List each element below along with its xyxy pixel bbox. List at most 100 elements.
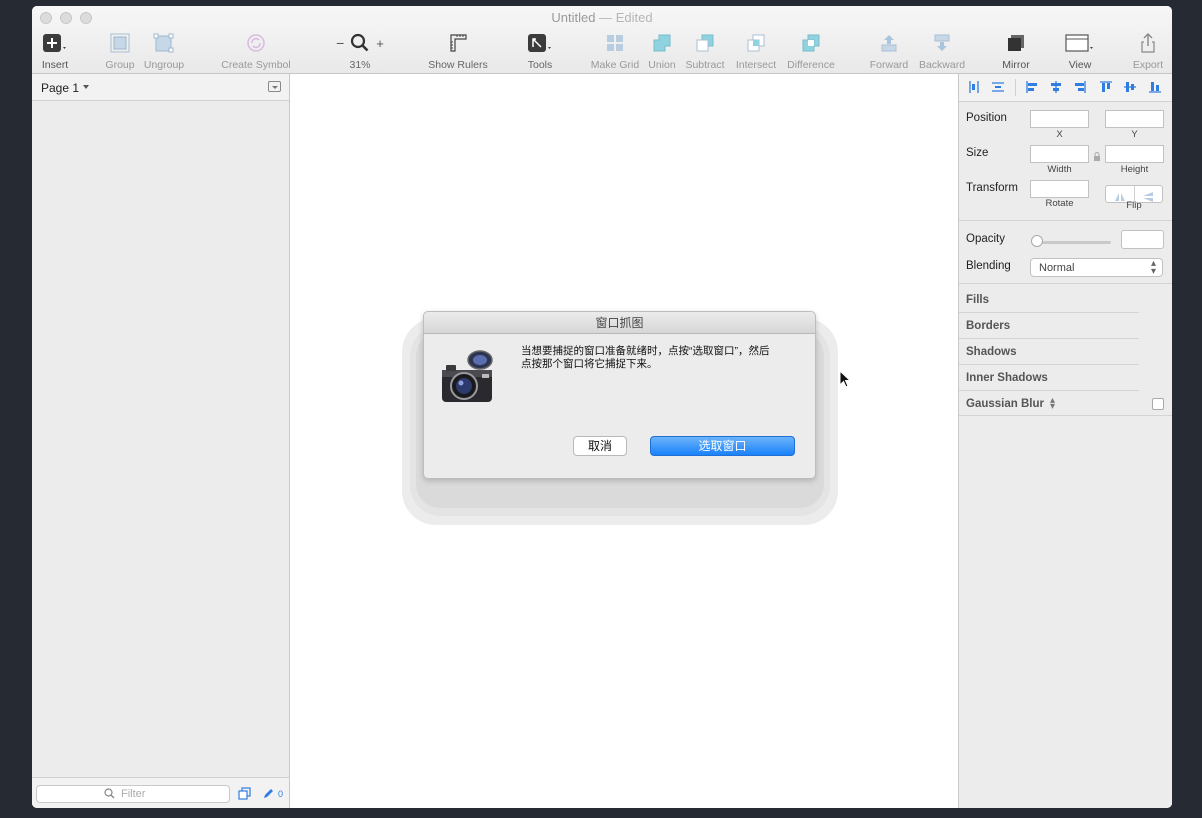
section-divider (959, 415, 1172, 416)
layers-panel: Page 1 Filter 0 (32, 74, 290, 808)
mirror-button[interactable]: Mirror (996, 32, 1036, 72)
group-label: Group (105, 59, 135, 71)
gaussian-blur-checkbox[interactable] (1152, 398, 1164, 410)
zoom-magnifier-icon[interactable] (350, 33, 370, 53)
forward-label: Forward (869, 59, 909, 71)
insert-label: Insert (41, 59, 69, 71)
position-y-input[interactable] (1105, 110, 1164, 128)
show-rulers-button[interactable]: Show Rulers (426, 32, 490, 72)
group-icon (110, 33, 130, 53)
insert-button[interactable]: Insert (36, 32, 74, 72)
insert-plus-icon (43, 34, 66, 52)
opacity-slider-knob[interactable] (1031, 235, 1043, 247)
x-label: X (1056, 129, 1063, 140)
transform-label: Transform (966, 182, 1018, 194)
size-label: Size (966, 147, 989, 159)
align-bottom-icon[interactable] (1148, 80, 1162, 99)
zoom-in-icon[interactable]: + (376, 36, 384, 51)
page-name: Page 1 (41, 81, 80, 95)
group-button[interactable]: Group (102, 32, 138, 72)
select-window-button[interactable]: 选取窗口 (650, 436, 795, 456)
grid-icon (607, 35, 623, 51)
distribute-horizontal-icon[interactable] (968, 80, 980, 99)
export-label: Export (1132, 59, 1164, 71)
toolbar: Untitled — Edited Insert Group Ungroup C… (32, 6, 1172, 74)
difference-button[interactable]: Difference (782, 32, 840, 72)
symbol-icon (247, 34, 265, 52)
align-left-icon[interactable] (1025, 80, 1039, 99)
updown-arrows-icon: ▴ ▾ (1150, 258, 1156, 277)
align-center-horizontal-icon[interactable] (1049, 80, 1063, 99)
layer-count: 0 (278, 789, 284, 799)
shadows-section[interactable]: Shadows (966, 346, 1016, 358)
subtract-label: Subtract (685, 59, 725, 71)
inner-shadows-section[interactable]: Inner Shadows (966, 372, 1048, 384)
backward-button[interactable]: Backward (914, 32, 970, 72)
height-input[interactable] (1105, 145, 1164, 163)
window-title: Untitled — Edited (32, 10, 1172, 25)
filter-placeholder: Filter (121, 788, 146, 800)
align-middle-vertical-icon[interactable] (1123, 80, 1137, 99)
rotate-label: Rotate (1045, 198, 1074, 209)
union-button[interactable]: Union (644, 32, 680, 72)
view-window-icon (1065, 34, 1093, 52)
fills-section[interactable]: Fills (966, 294, 989, 306)
tools-button[interactable]: Tools (522, 32, 558, 72)
blending-value: Normal (1039, 262, 1075, 274)
blur-type-arrows-icon[interactable]: ▴ ▾ (1050, 396, 1055, 412)
filter-input[interactable]: Filter (36, 785, 230, 803)
export-button[interactable]: Export (1128, 32, 1168, 72)
edit-pen-icon[interactable] (262, 787, 275, 805)
zoom-level: 31% (349, 59, 371, 71)
ungroup-button[interactable]: Ungroup (140, 32, 188, 72)
lock-ratio-icon[interactable] (1093, 149, 1101, 167)
section-divider (959, 283, 1172, 284)
capture-dialog: 窗口抓图 当想要捕捉的窗口准备就绪时，点按“选取窗口”，然后 点按那个窗口将它捕… (423, 311, 816, 479)
collapse-pages-icon[interactable] (268, 81, 281, 92)
dialog-title: 窗口抓图 (424, 312, 815, 334)
width-label: Width (1047, 164, 1072, 175)
width-input[interactable] (1030, 145, 1089, 163)
copy-layers-icon[interactable] (238, 787, 251, 805)
difference-label: Difference (787, 59, 835, 71)
distribute-vertical-icon[interactable] (991, 80, 1005, 99)
make-grid-button[interactable]: Make Grid (588, 32, 642, 72)
page-selector[interactable]: Page 1 (32, 74, 289, 101)
borders-section[interactable]: Borders (966, 320, 1010, 332)
dialog-message-line2: 点按那个窗口将它捕捉下来。 (521, 358, 658, 370)
intersect-button[interactable]: Intersect (732, 32, 780, 72)
ruler-icon (450, 34, 467, 52)
opacity-slider[interactable] (1035, 241, 1111, 244)
create-symbol-button[interactable]: Create Symbol (218, 32, 294, 72)
align-right-icon[interactable] (1073, 80, 1087, 99)
section-divider (959, 312, 1139, 313)
ungroup-icon (153, 33, 174, 53)
dialog-message-line1: 当想要捕捉的窗口准备就绪时，点按“选取窗口”，然后 (521, 345, 770, 357)
cancel-button[interactable]: 取消 (573, 436, 627, 456)
zoom-control: − + 31% (328, 32, 392, 72)
section-divider (959, 390, 1139, 391)
position-label: Position (966, 112, 1007, 124)
intersect-icon (747, 34, 765, 52)
opacity-input[interactable] (1121, 230, 1164, 249)
canvas[interactable]: 窗口抓图 当想要捕捉的窗口准备就绪时，点按“选取窗口”，然后 点按那个窗口将它捕… (290, 74, 958, 808)
gaussian-blur-section[interactable]: Gaussian Blur (966, 398, 1044, 410)
subtract-button[interactable]: Subtract (682, 32, 728, 72)
make-grid-label: Make Grid (590, 59, 640, 71)
section-divider (959, 220, 1172, 221)
opacity-label: Opacity (966, 233, 1005, 245)
align-top-icon[interactable] (1099, 80, 1113, 99)
position-x-input[interactable] (1030, 110, 1089, 128)
intersect-label: Intersect (735, 59, 777, 71)
view-button[interactable]: View (1062, 32, 1098, 72)
forward-button[interactable]: Forward (868, 32, 910, 72)
export-share-icon (1141, 33, 1155, 53)
alignment-bar (959, 74, 1172, 102)
dialog-message: 当想要捕捉的窗口准备就绪时，点按“选取窗口”，然后 点按那个窗口将它捕捉下来。 (521, 345, 797, 371)
rotate-input[interactable] (1030, 180, 1089, 198)
height-label: Height (1120, 164, 1149, 175)
blending-select[interactable]: Normal ▴ ▾ (1030, 258, 1163, 277)
tools-vector-icon (528, 34, 551, 52)
subtract-icon (696, 34, 714, 52)
zoom-out-icon[interactable]: − (336, 35, 344, 51)
